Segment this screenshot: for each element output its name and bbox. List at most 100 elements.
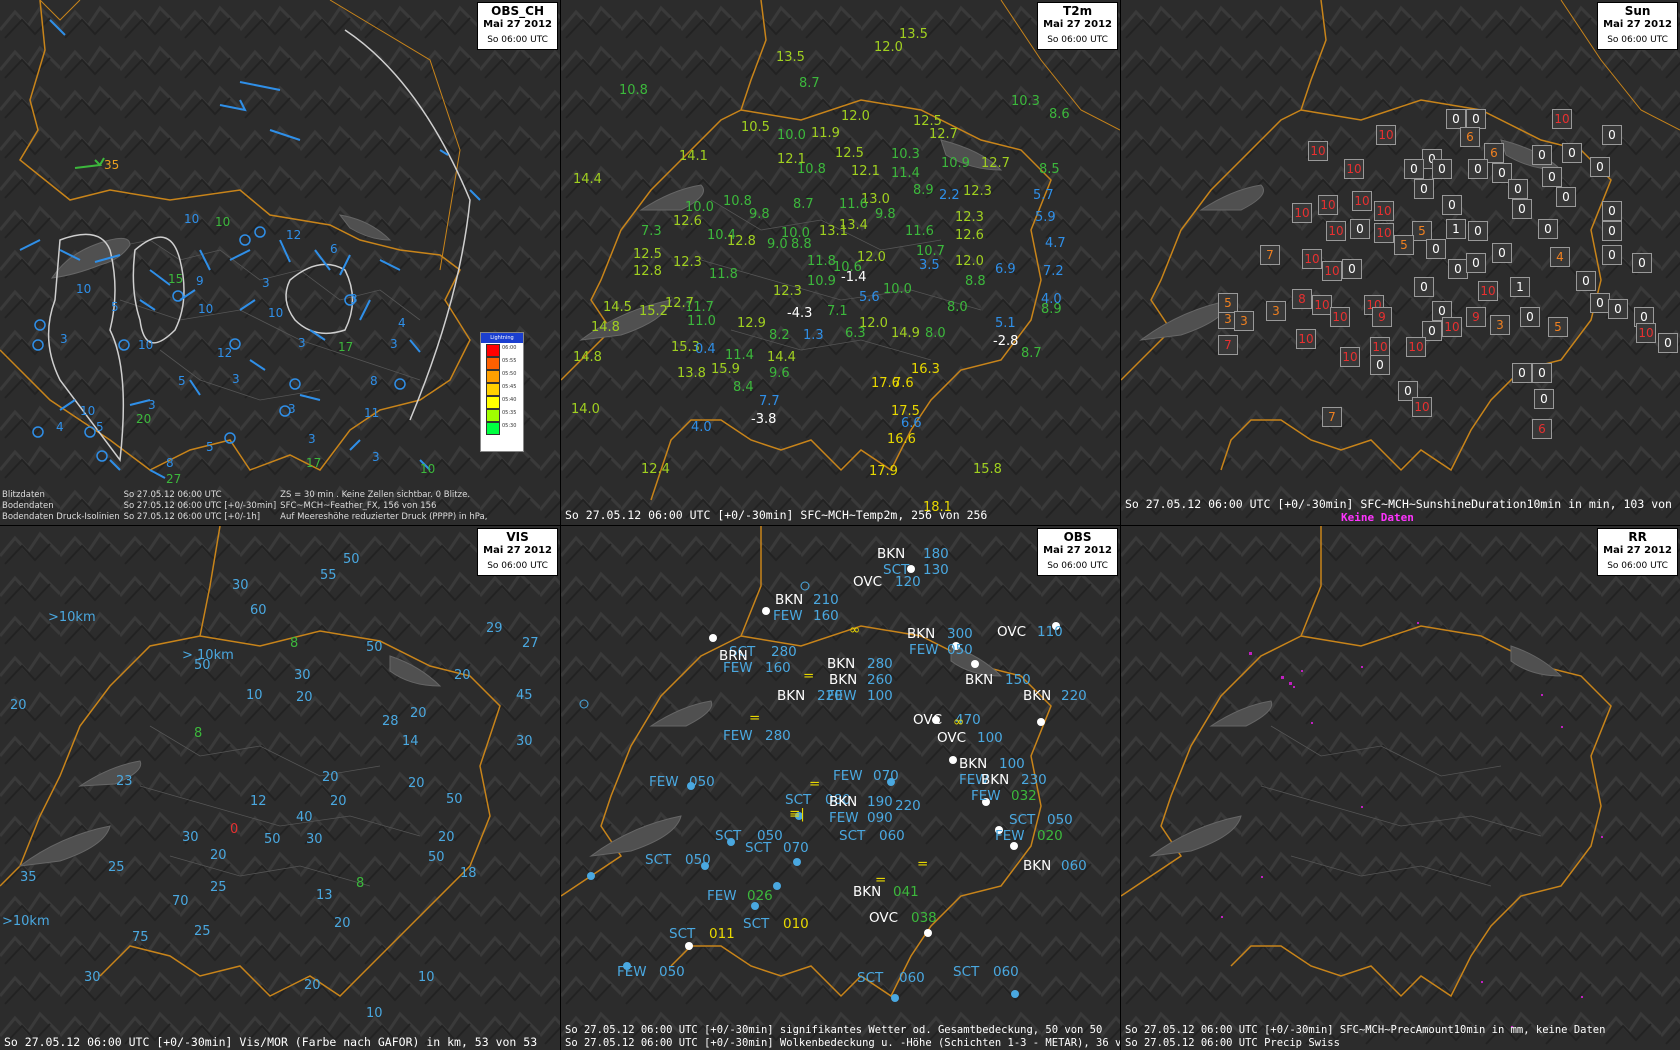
- panel-sun[interactable]: 0010106010060010000000001010100001010010…: [1121, 0, 1680, 525]
- lightning-legend-time: 05:40: [502, 397, 517, 403]
- cloud-report-label: 300: [947, 626, 973, 642]
- cloud-report-label: 160: [813, 608, 839, 624]
- temperature-value: 12.9: [737, 316, 766, 331]
- cloud-report-label: BKN: [829, 672, 858, 688]
- temperature-value: 12.6: [673, 214, 702, 229]
- legend-desc: Auf Meereshöhe reduzierter Druck (PPPP) …: [280, 512, 488, 522]
- panel-badge-t2m: T2m Mai 27 2012 So 06:00 UTC: [1037, 2, 1118, 50]
- lightning-legend-row: 05:40: [481, 395, 523, 409]
- station-value: 3: [308, 432, 316, 446]
- temperature-value: 12.0: [857, 250, 886, 265]
- panel-t2m[interactable]: 13.5 12.0 13.5 10.8 8.7 10.3 8.6 12.0 12.5 10.5 10…: [561, 0, 1120, 525]
- temperature-value: 11.4: [891, 166, 920, 181]
- sunshine-value: 0: [1590, 293, 1610, 313]
- temperature-value: 12.8: [727, 234, 756, 249]
- cloud-report-label: =: [917, 856, 929, 872]
- cloud-report-label: 050: [1047, 812, 1073, 828]
- panel-footer: So 27.05.12 06:00 UTC Precip Swiss: [1125, 1037, 1340, 1049]
- station-value: 10: [198, 302, 214, 316]
- station-value: 5: [178, 374, 186, 388]
- cloud-report-label: 220: [1061, 688, 1087, 704]
- cloud-report-label: BKN: [907, 626, 936, 642]
- cloud-report-label: =: [749, 710, 761, 726]
- temperature-value: 8.9: [913, 183, 934, 198]
- visibility-value: 70: [172, 894, 189, 909]
- visibility-value: 30: [232, 578, 249, 593]
- temperature-value: 10.3: [1011, 94, 1040, 109]
- sunshine-value: 10: [1478, 281, 1498, 301]
- temperature-value: 7.7: [759, 394, 780, 409]
- visibility-value: 20: [304, 978, 321, 993]
- temperature-value: 8.7: [1021, 346, 1042, 361]
- temperature-value: 16.3: [911, 362, 940, 377]
- badge-title: Sun: [1624, 4, 1651, 18]
- cloud-report-label: 160: [765, 660, 791, 676]
- temperature-value: 11.6: [905, 224, 934, 239]
- visibility-value: 30: [516, 734, 533, 749]
- station-value: 3: [390, 337, 398, 351]
- sunshine-value: 0: [1602, 245, 1622, 265]
- legend-label: Bodendaten Druck-Isolinien: [2, 512, 120, 522]
- panel-obs[interactable]: BKN 180 SCT 130 OVC 120 BKN 210 FEW 160 ∞ BKN 300 OVC…: [561, 526, 1120, 1050]
- temperature-value: 12.5: [835, 146, 864, 161]
- sunshine-value: 0: [1512, 199, 1532, 219]
- sunshine-value: 0: [1542, 167, 1562, 187]
- visibility-value: 25: [210, 880, 227, 895]
- lightning-legend-swatch: [486, 422, 500, 435]
- temperature-value: -3.8: [751, 412, 777, 427]
- temperature-value: 7.2: [1043, 264, 1064, 279]
- visibility-value: 30: [84, 970, 101, 985]
- panel-obs-ch[interactable]: 35 10 10 12 6 10 15 9 3 3 5 10 10 4 3 10 12 3 17 3 5 3 8 10 3 3 11…: [0, 0, 560, 525]
- panel-rr[interactable]: RR Mai 27 2012 So 06:00 UTC So 27.05.12 …: [1121, 526, 1680, 1050]
- sunshine-value: 10: [1330, 307, 1350, 327]
- temperature-value: 9.6: [769, 366, 790, 381]
- panel-vis[interactable]: 50 30 55 60 >10km 29 27 8 > 10km 50 50 30 20 10 20 45 20…: [0, 526, 560, 1050]
- sunshine-value: 9: [1372, 307, 1392, 327]
- cloud-report-label: BKN: [827, 656, 856, 672]
- cloud-report-label: 230: [1021, 772, 1047, 788]
- temperature-value: 0.4: [695, 342, 716, 357]
- cloud-report-label: FEW: [723, 660, 753, 676]
- temperature-value: 10.9: [941, 156, 970, 171]
- cloud-report-label: 280: [867, 656, 893, 672]
- cloud-report-label: 041: [893, 884, 919, 900]
- cloud-report-label: 050: [689, 774, 715, 790]
- sunshine-value: 0: [1342, 259, 1362, 279]
- temperature-value: 11.4: [725, 348, 754, 363]
- panel-footer: So 27.05.12 06:00 UTC [+0/-30min] signif…: [565, 1024, 1103, 1036]
- visibility-value: 10: [418, 970, 435, 985]
- badge-title: OBS: [1063, 530, 1092, 544]
- cloud-report-label: ∞: [849, 622, 861, 638]
- cloud-report-label: 180: [923, 546, 949, 562]
- visibility-value: 20: [408, 776, 425, 791]
- temperature-value: 4.0: [691, 420, 712, 435]
- sunshine-value: 0: [1532, 145, 1552, 165]
- lightning-legend-title: Lightning: [481, 333, 523, 343]
- temperature-value: 4.7: [1045, 236, 1066, 251]
- cloud-report-label: 100: [867, 688, 893, 704]
- no-data-label: Keine Daten: [1341, 511, 1414, 524]
- temperature-value: 5.7: [1033, 188, 1054, 203]
- sunshine-value: 0: [1602, 221, 1622, 241]
- temperature-value: 9.0: [767, 237, 788, 252]
- station-value: 4: [398, 316, 406, 330]
- temperature-value: 11.8: [807, 254, 836, 269]
- visibility-value: 14: [402, 734, 419, 749]
- visibility-value: 30: [306, 832, 323, 847]
- temperature-value: 8.8: [791, 237, 812, 252]
- station-value: 3: [372, 450, 380, 464]
- lightning-legend-row: 06:00: [481, 343, 523, 357]
- badge-date: Mai 27 2012: [483, 19, 552, 30]
- sunshine-value: 0: [1426, 239, 1446, 259]
- temperature-value: 7.3: [641, 224, 662, 239]
- cloud-report-label: SCT: [839, 828, 866, 844]
- visibility-value: 20: [334, 916, 351, 931]
- sunshine-value: 0: [1632, 253, 1652, 273]
- visibility-value: 50: [428, 850, 445, 865]
- temperature-value: 11.8: [709, 267, 738, 282]
- temperature-value: 14.1: [679, 149, 708, 164]
- station-value: 3: [262, 276, 270, 290]
- temperature-value: 10.9: [807, 274, 836, 289]
- badge-title: OBS_CH: [491, 4, 544, 18]
- sunshine-value: 0: [1370, 355, 1390, 375]
